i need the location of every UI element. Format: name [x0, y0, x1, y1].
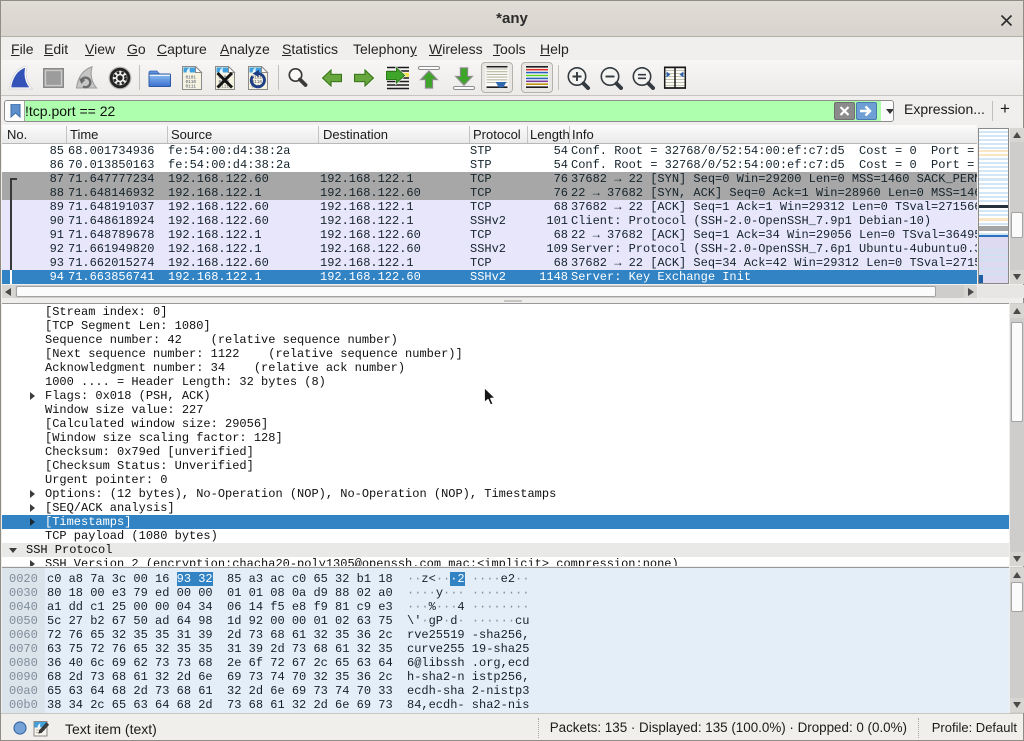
svg-text:0111: 0111	[186, 85, 197, 90]
